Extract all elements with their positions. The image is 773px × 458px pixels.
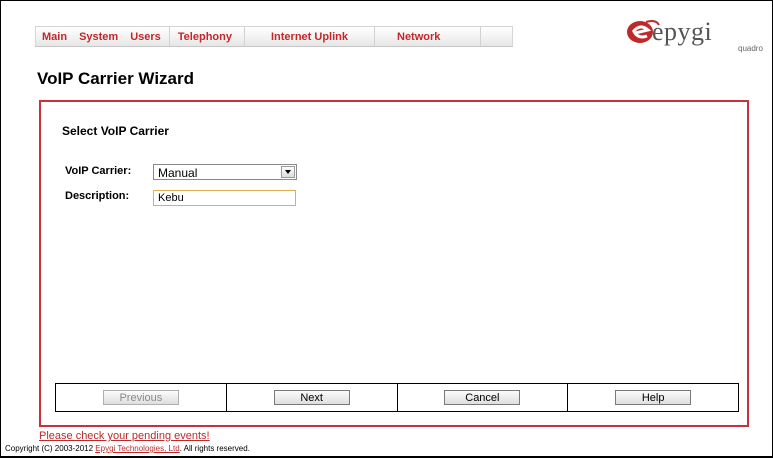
wizard-panel: Select VoIP Carrier VoIP Carrier: Manual… bbox=[39, 100, 749, 427]
pending-events-link[interactable]: Please check your pending events! bbox=[39, 430, 210, 442]
window-frame: Main System Users Telephony Internet Upl… bbox=[0, 0, 773, 458]
button-cell: Next bbox=[227, 384, 398, 411]
description-label: Description: bbox=[65, 190, 130, 202]
company-link[interactable]: Epygi Technologies, Ltd bbox=[95, 444, 179, 453]
button-cell: Help bbox=[568, 384, 738, 411]
top-nav: Main System Users Telephony Internet Upl… bbox=[35, 26, 513, 47]
description-input[interactable] bbox=[153, 190, 296, 206]
copyright-prefix: Copyright (C) 2003-2012 bbox=[5, 444, 96, 453]
next-button[interactable]: Next bbox=[273, 390, 350, 405]
nav-item-main[interactable]: Main bbox=[36, 27, 73, 46]
dropdown-arrow-icon[interactable] bbox=[281, 166, 295, 178]
nav-item-users[interactable]: Users bbox=[124, 27, 169, 46]
voip-carrier-select[interactable]: Manual bbox=[153, 164, 297, 180]
help-button[interactable]: Help bbox=[615, 390, 692, 405]
nav-item-network[interactable]: Network bbox=[375, 27, 480, 46]
button-cell: Previous bbox=[56, 384, 227, 411]
wizard-button-bar: Previous Next Cancel Help bbox=[55, 383, 739, 412]
nav-item-system[interactable]: System bbox=[73, 27, 124, 46]
epygi-logo: epygi quadro bbox=[626, 11, 766, 57]
voip-carrier-label: VoIP Carrier: bbox=[65, 165, 132, 177]
copyright-suffix: . All rights reserved. bbox=[179, 444, 250, 453]
page-title: VoIP Carrier Wizard bbox=[37, 69, 194, 88]
previous-button[interactable]: Previous bbox=[102, 390, 179, 405]
cancel-button[interactable]: Cancel bbox=[444, 390, 521, 405]
nav-item-telephony[interactable]: Telephony bbox=[170, 27, 244, 46]
logo-sub-text: quadro bbox=[738, 44, 763, 53]
copyright-text: Copyright (C) 2003-2012 Epygi Technologi… bbox=[5, 444, 250, 453]
nav-separator bbox=[480, 27, 482, 46]
section-title: Select VoIP Carrier bbox=[62, 124, 169, 138]
button-cell: Cancel bbox=[398, 384, 569, 411]
logo-brand-text: epygi bbox=[652, 17, 713, 46]
voip-carrier-selected-value: Manual bbox=[158, 166, 198, 180]
nav-item-internet-uplink[interactable]: Internet Uplink bbox=[245, 27, 374, 46]
